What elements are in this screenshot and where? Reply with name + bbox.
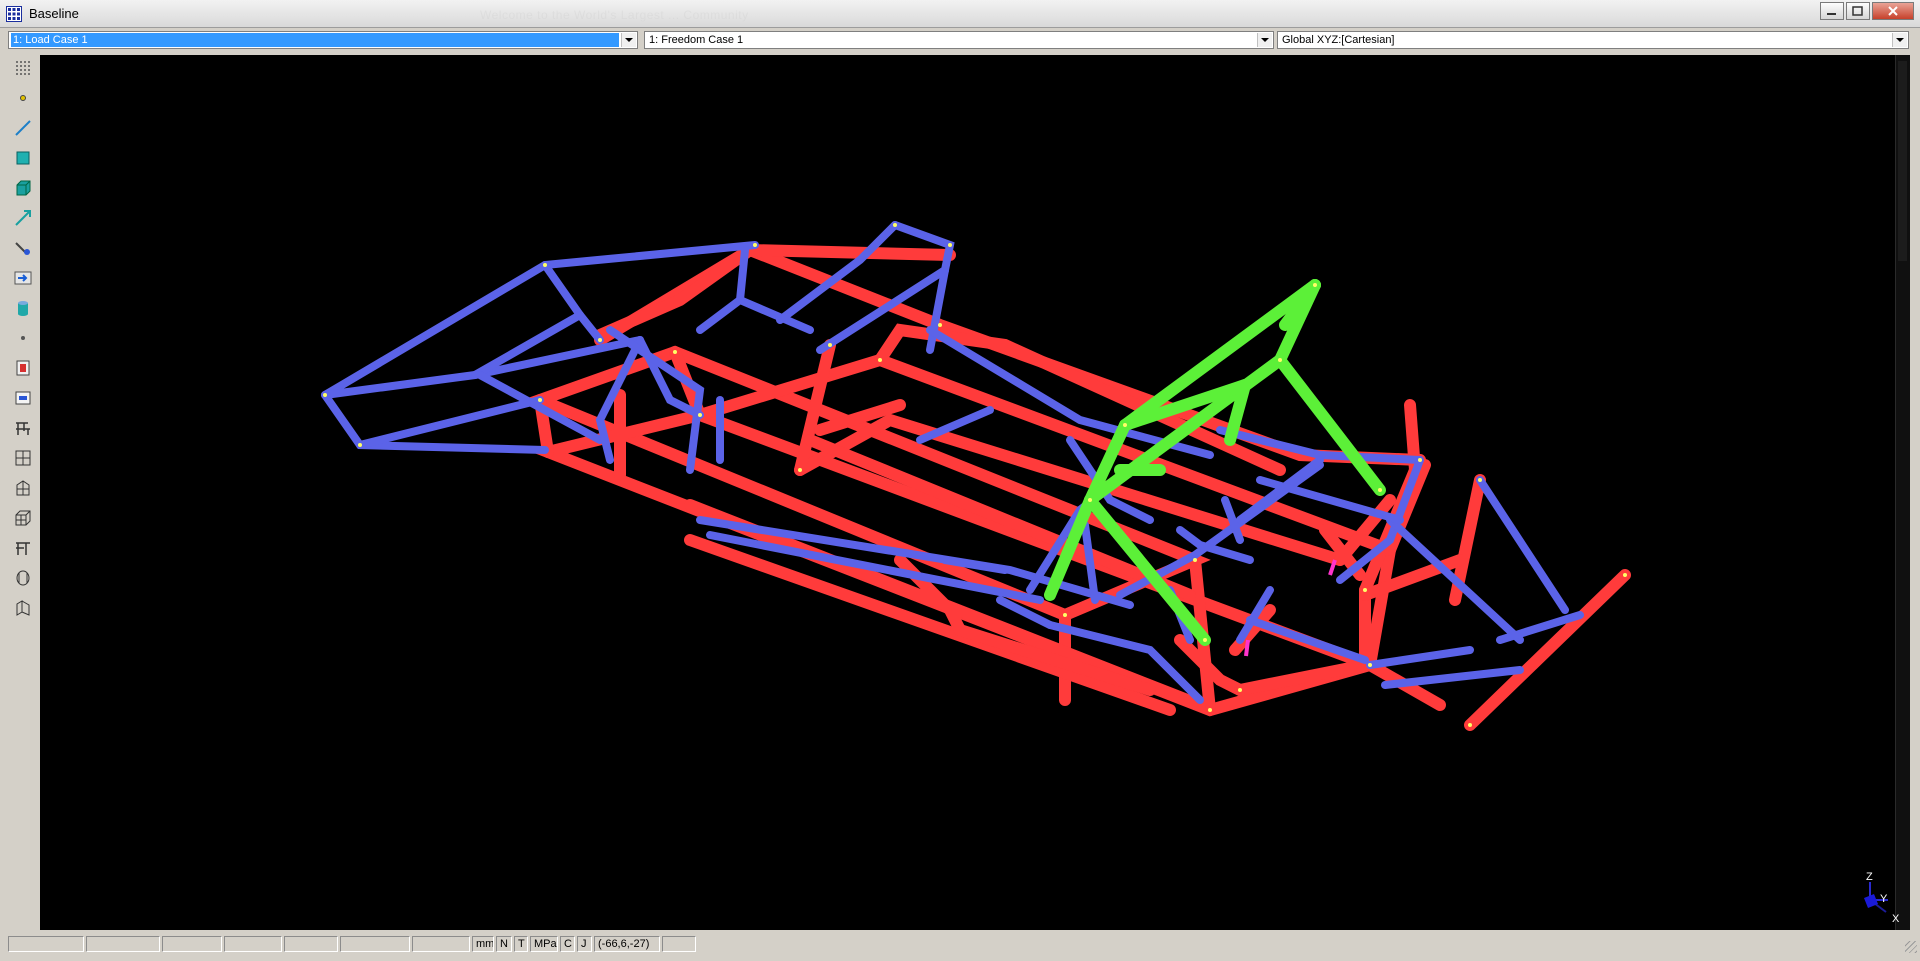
- minimize-icon: [1827, 13, 1836, 15]
- revolve-icon: [16, 570, 30, 586]
- node-icon: [20, 95, 26, 101]
- axis-z-label: Z: [1866, 871, 1873, 883]
- j-unit: J: [577, 936, 592, 952]
- status-panel-7: [412, 936, 470, 952]
- truss-tool-button[interactable]: [12, 537, 34, 559]
- load-icon: [14, 271, 32, 285]
- surface-mesh-tool-button[interactable]: [12, 477, 34, 499]
- mesh-icon: [15, 450, 31, 466]
- space-frame-chassis-model[interactable]: [40, 55, 1910, 930]
- cylinder-tool-button[interactable]: [12, 297, 34, 319]
- maximize-button[interactable]: [1846, 2, 1870, 20]
- solid-mesh-tool-button[interactable]: [12, 507, 34, 529]
- force-unit: N: [496, 936, 512, 952]
- status-panel-4: [224, 936, 282, 952]
- grid-tool-button[interactable]: [12, 57, 34, 79]
- status-panel-1: [8, 936, 84, 952]
- status-bar: mm N T MPa C J (-66,6,-27): [0, 934, 1920, 955]
- app-grid-icon: [6, 6, 22, 22]
- grid-icon: [16, 61, 30, 75]
- load-case-dropdown[interactable]: 1: Load Case 1: [8, 31, 638, 49]
- status-panel-8: [662, 936, 696, 952]
- truss-icon: [16, 542, 30, 555]
- resize-grip-icon[interactable]: [1905, 941, 1917, 953]
- frame-tool-button[interactable]: [12, 417, 34, 439]
- status-panel-5: [284, 936, 338, 952]
- window-controls: [1818, 2, 1914, 20]
- freedom-case-dropdown[interactable]: 1: Freedom Case 1: [644, 31, 1274, 49]
- small-node-tool-button[interactable]: [12, 327, 34, 349]
- chevron-down-icon[interactable]: [1257, 33, 1272, 47]
- background-window-title: Welcome to the World's Largest ... Commu…: [480, 8, 749, 22]
- case-selector-bar: 1: Load Case 1 1: Freedom Case 1 Global …: [0, 28, 1920, 53]
- property-icon: [15, 391, 31, 405]
- section-icon: [16, 360, 30, 376]
- beam-tool-button[interactable]: [12, 117, 34, 139]
- extrude-tool-button[interactable]: [12, 597, 34, 619]
- beam-icon: [15, 120, 31, 136]
- title-bar: Baseline Welcome to the World's Largest …: [0, 0, 1920, 28]
- status-panel-6: [340, 936, 410, 952]
- node-tool-button[interactable]: [12, 87, 34, 109]
- axis-triad: Z Y X: [1848, 870, 1908, 930]
- mesh-tool-button[interactable]: [12, 447, 34, 469]
- revolve-tool-button[interactable]: [12, 567, 34, 589]
- roll-hoop: [1044, 279, 1386, 646]
- link-tool-button[interactable]: [12, 207, 34, 229]
- coordinate-system-dropdown[interactable]: Global XYZ:[Cartesian]: [1277, 31, 1909, 49]
- close-icon: [1888, 6, 1898, 16]
- c-unit: C: [560, 936, 575, 952]
- cursor-coordinates: (-66,6,-27): [594, 936, 660, 952]
- brick-icon: [16, 180, 31, 196]
- chevron-down-icon[interactable]: [621, 33, 636, 47]
- plate-icon: [16, 151, 30, 165]
- attribute-icon: [15, 242, 30, 255]
- model-viewport[interactable]: Z Y X: [40, 55, 1910, 930]
- window-title: Baseline: [29, 6, 79, 21]
- section-tool-button[interactable]: [12, 357, 34, 379]
- solid-mesh-icon: [15, 510, 31, 526]
- small-node-icon: [21, 336, 25, 340]
- load-tool-button[interactable]: [12, 267, 34, 289]
- extrude-icon: [16, 600, 30, 616]
- freedom-case-value: 1: Freedom Case 1: [649, 34, 744, 46]
- cylinder-icon: [18, 301, 28, 316]
- frame-icon: [16, 422, 30, 435]
- element-toolbox: [8, 55, 41, 930]
- maximize-icon: [1852, 6, 1863, 16]
- status-panel-2: [86, 936, 160, 952]
- length-unit: mm: [472, 936, 494, 952]
- scrollbar-thumb[interactable]: [1898, 61, 1907, 261]
- axis-x-label: X: [1892, 913, 1900, 925]
- attribute-tool-button[interactable]: [12, 237, 34, 259]
- close-button[interactable]: [1872, 2, 1914, 20]
- load-case-value: 1: Load Case 1: [11, 33, 619, 47]
- brick-tool-button[interactable]: [12, 177, 34, 199]
- chevron-down-icon[interactable]: [1892, 33, 1907, 47]
- surface-mesh-icon: [16, 480, 30, 496]
- temperature-unit: T: [514, 936, 528, 952]
- property-tool-button[interactable]: [12, 387, 34, 409]
- status-panel-3: [162, 936, 222, 952]
- stress-unit: MPa: [530, 936, 558, 952]
- link-icon: [15, 210, 31, 226]
- viewport-vertical-scrollbar[interactable]: [1895, 55, 1910, 930]
- plate-tool-button[interactable]: [12, 147, 34, 169]
- coordinate-system-value: Global XYZ:[Cartesian]: [1282, 34, 1395, 46]
- axis-y-label: Y: [1880, 893, 1888, 905]
- minimize-button[interactable]: [1820, 2, 1844, 20]
